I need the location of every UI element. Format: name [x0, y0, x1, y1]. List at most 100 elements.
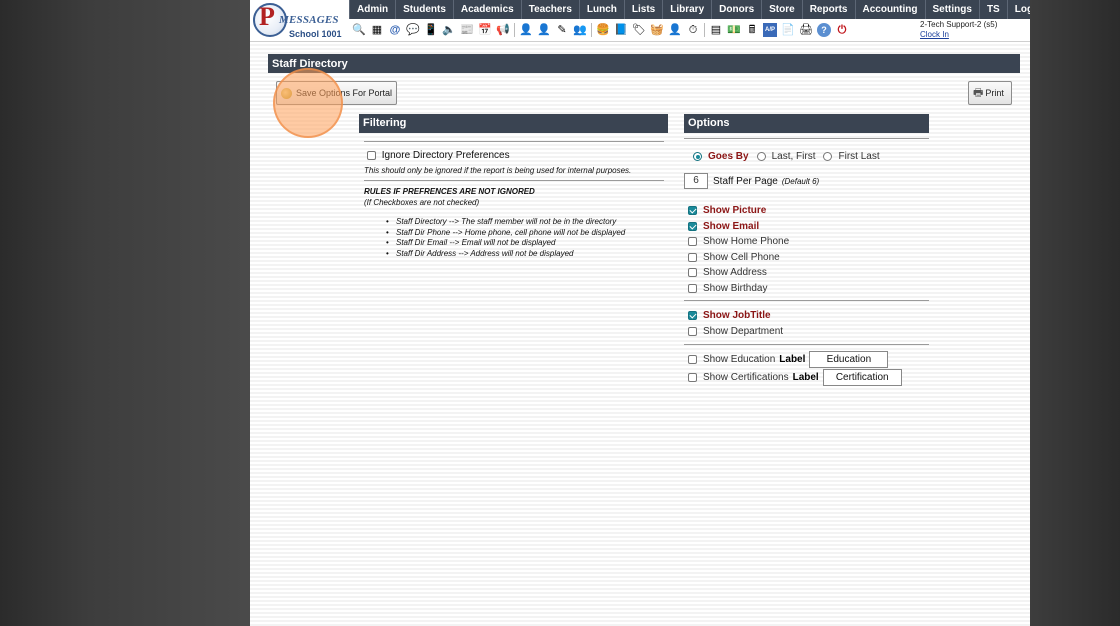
- nav-admin[interactable]: Admin: [349, 0, 397, 19]
- options-heading: Options: [684, 114, 929, 133]
- show-picture-label: Show Picture: [703, 205, 767, 216]
- ignore-preferences-checkbox[interactable]: [367, 150, 376, 160]
- option-show-jobtitle: Show JobTitle: [688, 310, 771, 321]
- user-admin-icon[interactable]: 👤: [668, 23, 682, 37]
- user-name: 2-Tech Support-2 (s5): [920, 20, 998, 29]
- show-home-phone-checkbox[interactable]: [688, 237, 697, 247]
- calendar-grid-icon[interactable]: ▦: [370, 23, 384, 37]
- logo-text: MESSAGES: [279, 14, 339, 26]
- education-label-input[interactable]: Education: [809, 351, 889, 368]
- chat-icon[interactable]: 💬: [406, 23, 420, 37]
- printer-stack-icon[interactable]: 🖨: [799, 23, 813, 37]
- show-cell-phone-label: Show Cell Phone: [703, 251, 780, 263]
- show-cell-phone-checkbox[interactable]: [688, 252, 697, 262]
- speaker-icon[interactable]: 🔈: [442, 23, 456, 37]
- school-name: School 1001: [289, 29, 342, 39]
- nav-teachers[interactable]: Teachers: [522, 0, 580, 19]
- show-jobtitle-label: Show JobTitle: [703, 310, 771, 321]
- radio-goes-by[interactable]: [693, 152, 702, 161]
- pencil-icon[interactable]: ✎: [555, 23, 569, 37]
- certifications-option: Show Certifications Label Certification: [688, 369, 902, 386]
- phone-icon[interactable]: 📱: [424, 23, 438, 37]
- ignore-preferences-note: This should only be ignored if the repor…: [364, 166, 632, 175]
- nav-logout[interactable]: Logout: [1008, 0, 1030, 19]
- person-icon[interactable]: 👤: [519, 23, 533, 37]
- show-email-label: Show Email: [703, 220, 760, 232]
- staff-per-page-default: (Default 6): [781, 176, 820, 186]
- main-nav: Admin Students Academics Teachers Lunch Lists…: [349, 0, 1030, 19]
- show-address-checkbox[interactable]: [688, 268, 697, 278]
- option-show-email: Show Email: [688, 221, 759, 232]
- news-icon[interactable]: 📰: [460, 23, 474, 37]
- show-birthday-label: Show Birthday: [703, 283, 768, 294]
- nav-ts[interactable]: TS: [980, 0, 1008, 19]
- show-email-checkbox[interactable]: [688, 221, 697, 231]
- nav-lunch[interactable]: Lunch: [580, 0, 625, 19]
- app-logo[interactable]: P MESSAGES School 1001: [250, 0, 349, 41]
- nav-store[interactable]: Store: [762, 0, 803, 19]
- basket-icon[interactable]: 🧺: [650, 23, 664, 37]
- help-icon[interactable]: ?: [817, 23, 831, 37]
- radio-last-first[interactable]: [756, 152, 766, 161]
- tag-icon[interactable]: 🏷: [632, 23, 646, 37]
- nav-settings[interactable]: Settings: [926, 0, 980, 19]
- toolbar-separator: [514, 23, 515, 37]
- show-picture-checkbox[interactable]: [688, 206, 697, 215]
- clock-icon[interactable]: ⏱: [686, 23, 700, 37]
- pdf-icon[interactable]: 📄: [781, 23, 795, 37]
- rule-item: Staff Dir Email --> Email will not be di…: [386, 238, 625, 249]
- burger-icon[interactable]: 🍔: [596, 23, 610, 37]
- power-icon[interactable]: ⏻: [835, 23, 849, 37]
- money-icon[interactable]: 💵: [727, 23, 741, 37]
- print-label: Print: [985, 88, 1004, 98]
- register-icon[interactable]: 🖩: [745, 23, 759, 37]
- rules-subtitle: (If Checkboxes are not checked): [364, 198, 480, 207]
- calendar-icon[interactable]: 📅: [478, 23, 492, 37]
- options-divider-bottom: [684, 344, 929, 345]
- show-jobtitle-checkbox[interactable]: [688, 311, 697, 320]
- filtering-divider-top: [364, 141, 664, 142]
- staff-per-page-row: 6 Staff Per Page (Default 6): [684, 173, 819, 189]
- ignore-preferences-option[interactable]: Ignore Directory Preferences: [367, 150, 510, 161]
- nav-academics[interactable]: Academics: [454, 0, 522, 19]
- search-icon[interactable]: 🔍: [352, 23, 366, 37]
- show-education-checkbox[interactable]: [688, 355, 697, 364]
- logo-letter: P: [259, 2, 275, 31]
- nav-accounting[interactable]: Accounting: [856, 0, 926, 19]
- certifications-label-input[interactable]: Certification: [822, 369, 902, 386]
- clock-in-link[interactable]: Clock In: [920, 30, 949, 39]
- show-department-checkbox[interactable]: [688, 326, 697, 336]
- ap-icon[interactable]: A/P: [763, 23, 777, 37]
- options-divider-top: [684, 138, 929, 139]
- filtering-heading: Filtering: [359, 114, 668, 133]
- nav-donors[interactable]: Donors: [712, 0, 763, 19]
- show-birthday-checkbox[interactable]: [688, 284, 697, 293]
- option-show-department: Show Department: [688, 326, 783, 337]
- show-certifications-checkbox[interactable]: [688, 373, 697, 382]
- megaphone-icon[interactable]: 📢: [496, 23, 510, 37]
- certifications-label-caption: Label: [792, 372, 819, 383]
- grid-icon[interactable]: ▤: [709, 23, 723, 37]
- show-certifications-label: Show Certifications: [703, 372, 789, 383]
- show-department-label: Show Department: [703, 325, 784, 337]
- book-icon[interactable]: 📘: [614, 23, 628, 37]
- rules-list: Staff Directory --> The staff member wil…: [386, 217, 625, 260]
- radio-last-first-label: Last, First: [771, 151, 816, 162]
- staff-per-page-input[interactable]: 6: [684, 173, 708, 189]
- radio-goes-by-label: Goes By: [708, 151, 749, 162]
- print-button[interactable]: 🖶 Print: [968, 81, 1012, 105]
- save-options-button[interactable]: Save Options For Portal: [276, 81, 397, 105]
- teacher-icon[interactable]: 👤: [537, 23, 551, 37]
- options-divider-mid: [684, 300, 929, 301]
- user-info: 2-Tech Support-2 (s5) Clock In: [920, 20, 997, 40]
- people-icon[interactable]: 👥: [573, 23, 587, 37]
- rule-item: Staff Dir Address --> Address will not b…: [386, 249, 625, 260]
- nav-library[interactable]: Library: [663, 0, 713, 19]
- nav-reports[interactable]: Reports: [803, 0, 856, 19]
- page: P MESSAGES School 1001 Admin Students Acad…: [250, 0, 1030, 626]
- nav-lists[interactable]: Lists: [625, 0, 664, 19]
- nav-students[interactable]: Students: [396, 0, 454, 19]
- at-email-icon[interactable]: @: [388, 23, 402, 37]
- page-title-bar: Staff Directory: [268, 54, 1020, 73]
- radio-first-last[interactable]: [823, 152, 833, 161]
